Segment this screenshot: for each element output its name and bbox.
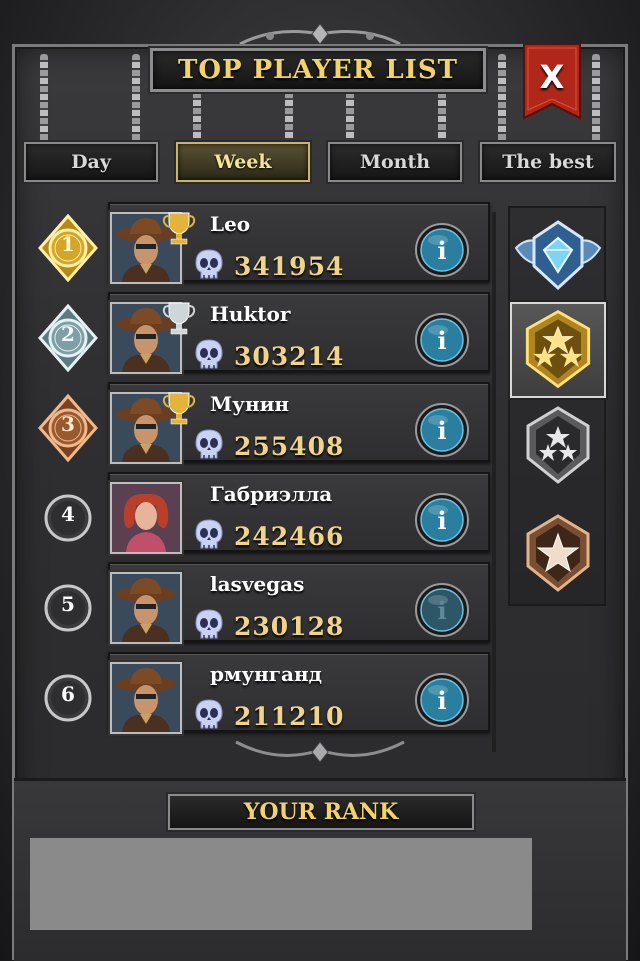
info-icon[interactable]: i	[414, 582, 470, 638]
info-icon[interactable]: i	[414, 492, 470, 548]
tab-label: Month	[359, 151, 431, 173]
trophy-icon	[162, 392, 196, 425]
player-score: 242466	[234, 522, 345, 551]
skull-icon	[195, 699, 223, 729]
player-name: Габриэлла	[210, 482, 333, 506]
chain	[132, 54, 140, 144]
player-row[interactable]: 2 Huktor 303214 i	[26, 286, 492, 374]
info-icon[interactable]: i	[414, 312, 470, 368]
page-title: TOP PLAYER LIST	[178, 55, 458, 85]
player-name: lasvegas	[210, 572, 305, 596]
close-button[interactable]: X	[522, 44, 582, 124]
league-badge-gold[interactable]	[510, 302, 606, 398]
silver-stars-icon	[526, 406, 590, 484]
list-scrollbar[interactable]	[492, 212, 496, 752]
chain	[592, 54, 600, 144]
avatar[interactable]	[110, 662, 182, 734]
info-icon[interactable]: i	[414, 222, 470, 278]
chain	[193, 92, 201, 144]
chain	[498, 54, 506, 144]
tab-label: Week	[214, 151, 272, 173]
player-name: Huktor	[210, 302, 291, 326]
skull-icon	[195, 609, 223, 639]
rank-number: 1	[61, 232, 75, 256]
svg-text:i: i	[437, 506, 446, 535]
rank-number: 4	[61, 502, 75, 526]
skull-icon	[195, 249, 223, 279]
player-row[interactable]: 6 рмунганд 211210 i	[26, 646, 492, 734]
tab-week[interactable]: Week	[176, 142, 310, 182]
chain	[40, 54, 48, 144]
diamond-wings-icon	[514, 220, 602, 291]
player-row[interactable]: 5 lasvegas 230128 i	[26, 556, 492, 644]
player-list[interactable]: 1 Leo 341954 i 2 Huktor 303214 i 3 Мунин…	[26, 196, 502, 766]
chain	[438, 92, 446, 144]
svg-text:i: i	[437, 326, 446, 355]
info-icon[interactable]: i	[414, 672, 470, 728]
tab-the-best[interactable]: The best	[480, 142, 616, 182]
player-score: 341954	[234, 252, 345, 281]
skull-icon	[195, 339, 223, 369]
rank-number: 5	[61, 592, 75, 616]
svg-text:i: i	[437, 686, 446, 715]
avatar[interactable]	[110, 482, 182, 554]
player-name: Мунин	[210, 392, 290, 416]
trophy-icon	[162, 302, 196, 335]
svg-text:i: i	[437, 596, 446, 625]
your-rank-entry	[30, 838, 532, 930]
chain	[285, 92, 293, 144]
player-score: 230128	[234, 612, 345, 641]
league-badge-silver[interactable]	[510, 398, 606, 494]
player-score: 255408	[234, 432, 345, 461]
tab-day[interactable]: Day	[24, 142, 158, 182]
your-rank-label: YOUR RANK	[243, 799, 399, 825]
chain	[346, 92, 354, 144]
rank-number: 2	[61, 322, 75, 346]
player-name: рмунганд	[210, 662, 322, 686]
tab-month[interactable]: Month	[328, 142, 462, 182]
tab-label: Day	[71, 151, 111, 173]
portrait-icon	[112, 664, 180, 732]
close-label: X	[539, 58, 565, 96]
your-rank-plate: YOUR RANK	[168, 794, 474, 830]
player-score: 211210	[234, 702, 345, 731]
bottom-ornament	[235, 740, 405, 763]
title-plate: TOP PLAYER LIST	[150, 48, 486, 92]
svg-text:i: i	[437, 236, 446, 265]
avatar[interactable]	[110, 572, 182, 644]
skull-icon	[195, 519, 223, 549]
info-icon[interactable]: i	[414, 402, 470, 458]
player-row[interactable]: 4 Габриэлла 242466 i	[26, 466, 492, 554]
tab-label: The best	[502, 151, 594, 173]
player-row[interactable]: 3 Мунин 255408 i	[26, 376, 492, 464]
gold-stars-icon	[525, 310, 591, 389]
portrait-icon	[112, 484, 180, 552]
skull-icon	[195, 429, 223, 459]
player-row[interactable]: 1 Leo 341954 i	[26, 196, 492, 284]
svg-text:i: i	[437, 416, 446, 445]
player-name: Leo	[210, 212, 251, 236]
league-badge-diamond[interactable]	[510, 208, 606, 304]
rank-number: 6	[61, 682, 75, 706]
rank-number: 3	[61, 412, 75, 436]
player-score: 303214	[234, 342, 345, 371]
trophy-icon	[162, 212, 196, 245]
portrait-icon	[112, 574, 180, 642]
bronze-star-icon	[526, 514, 590, 592]
top-ornament	[239, 23, 401, 46]
league-badge-bronze[interactable]	[510, 506, 606, 602]
